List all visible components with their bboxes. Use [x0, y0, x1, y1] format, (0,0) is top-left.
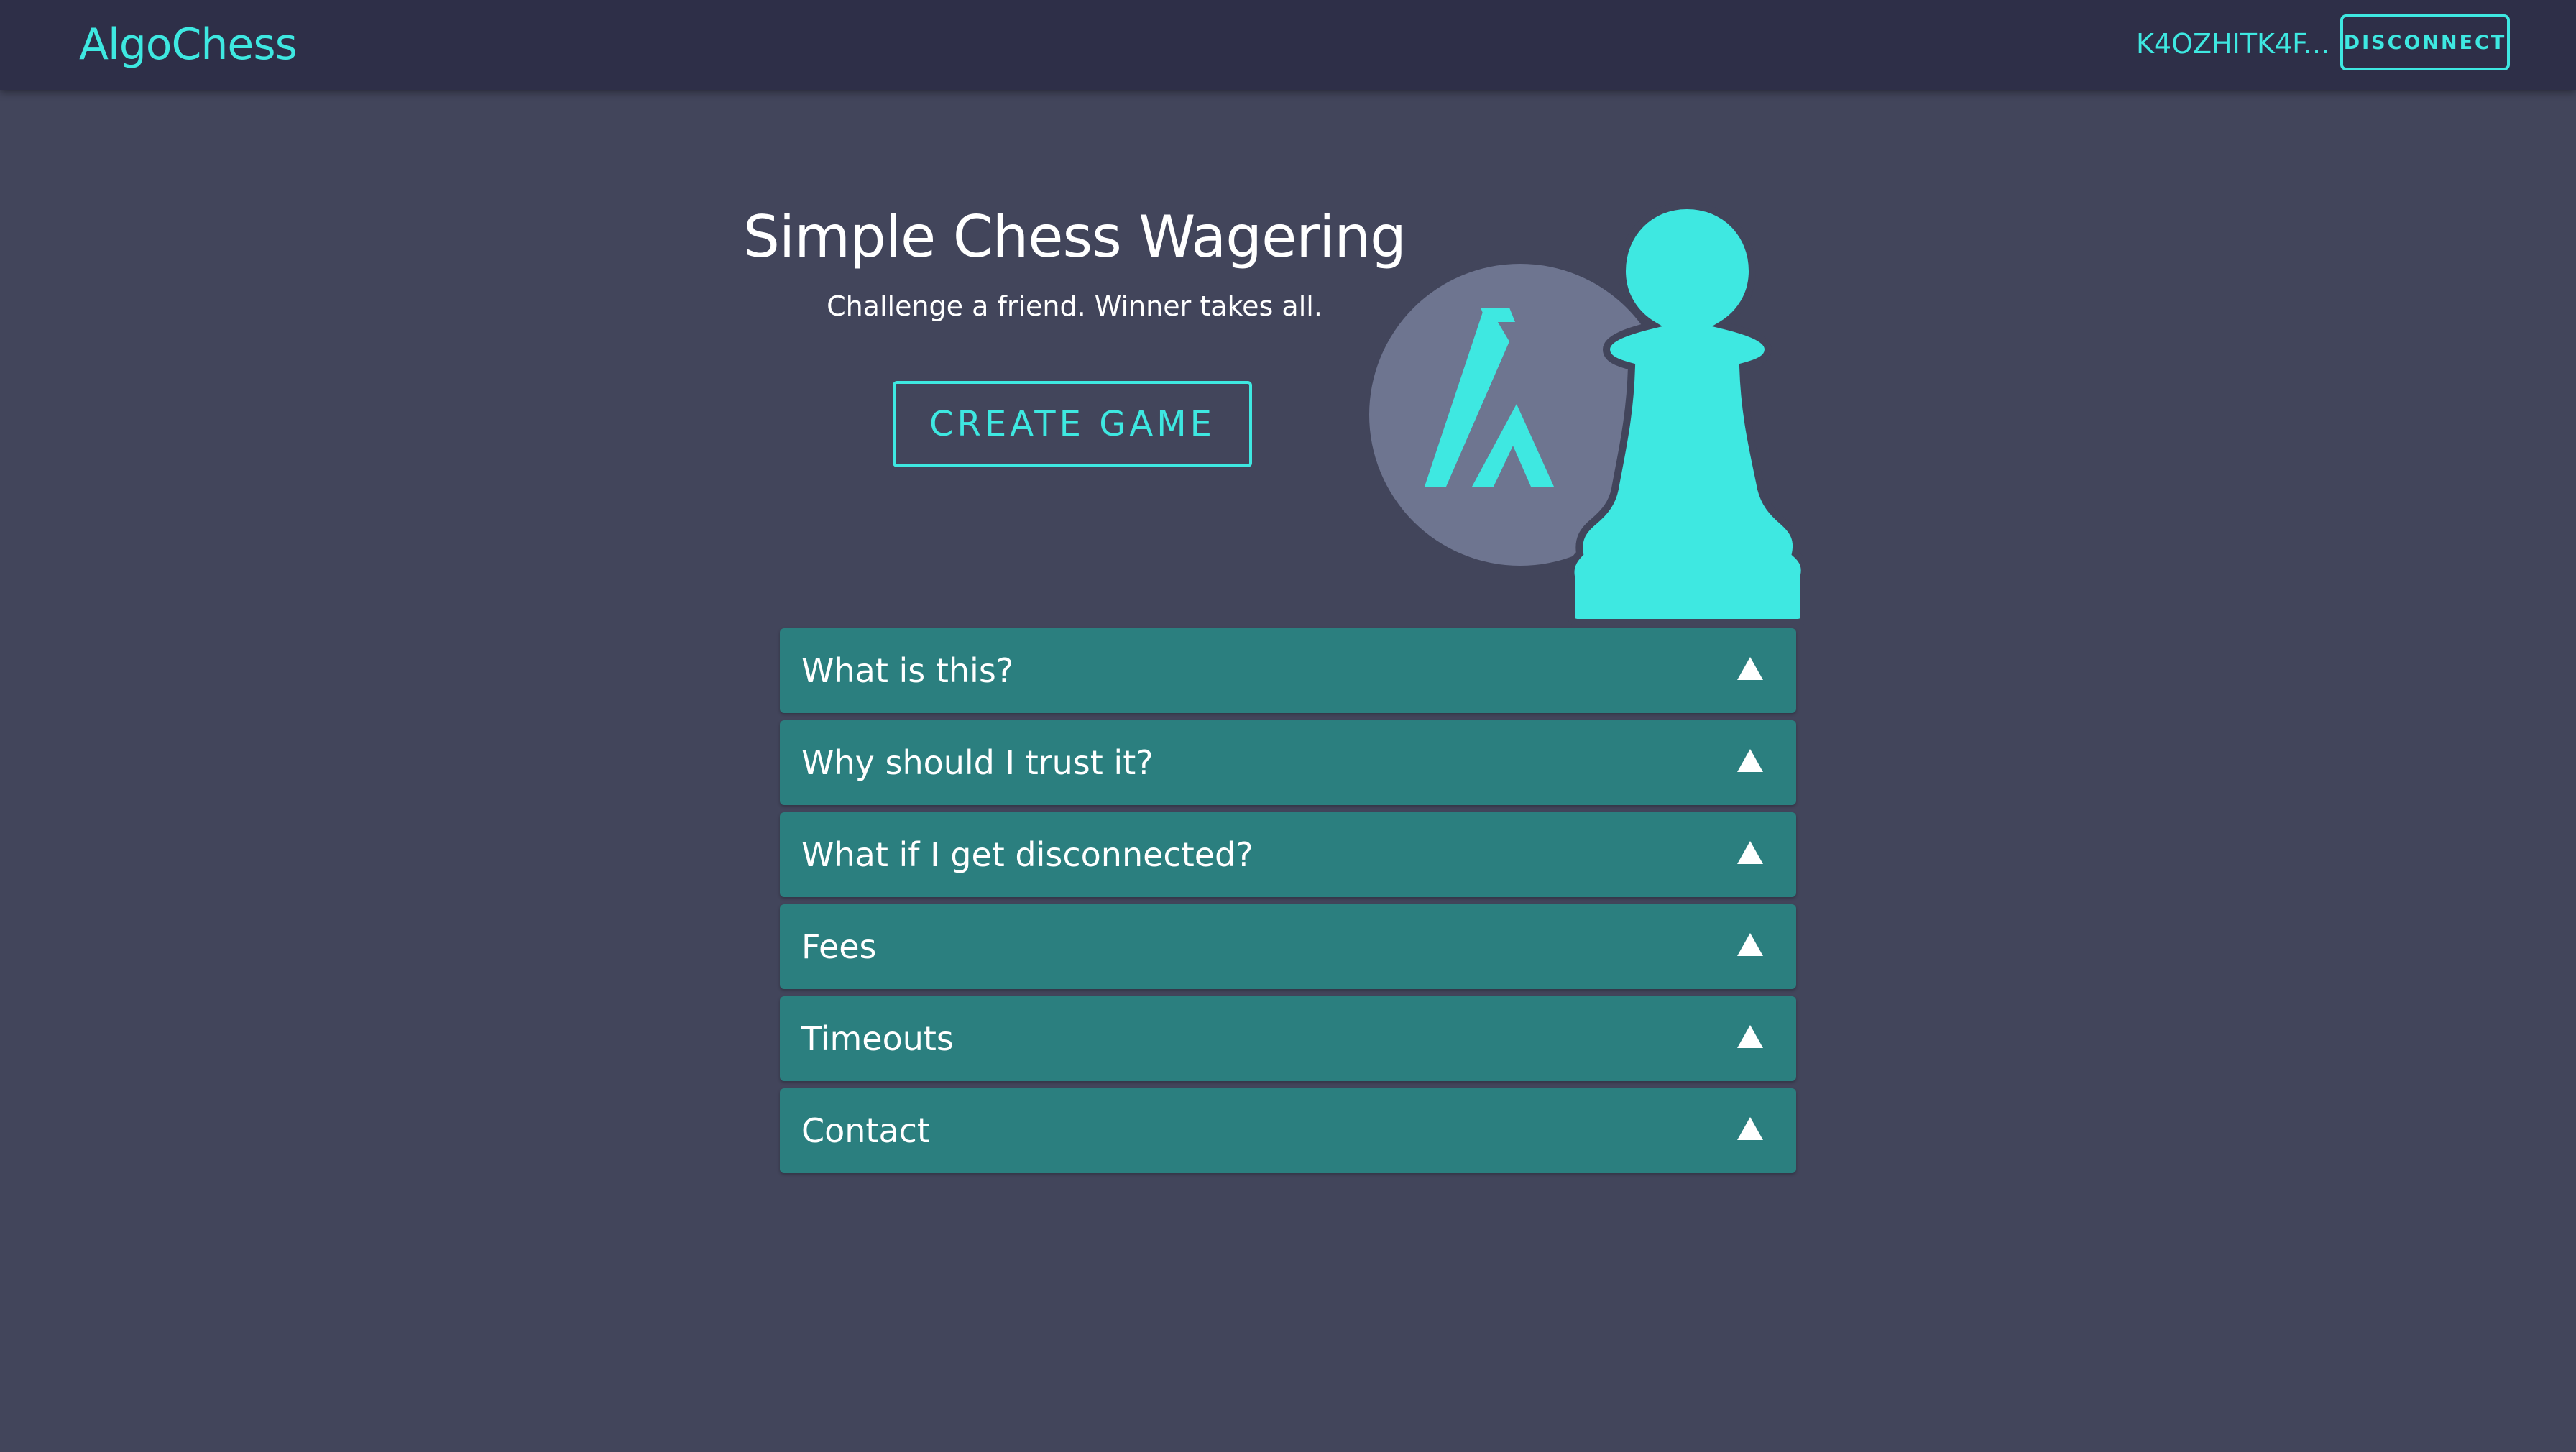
faq-question: Why should I trust it? [801, 743, 1154, 782]
faq-item-timeouts[interactable]: Timeouts [780, 996, 1796, 1081]
hero-title: Simple Chess Wagering [743, 203, 1407, 270]
faq-item-contact[interactable]: Contact [780, 1088, 1796, 1173]
faq-item-what-is-this[interactable]: What is this? [780, 628, 1796, 713]
hero-subtitle: Challenge a friend. Winner takes all. [827, 290, 1322, 322]
wallet-address: K4OZHITK4F... [2136, 28, 2330, 60]
faq-item-fees[interactable]: Fees [780, 904, 1796, 989]
faq-question: Timeouts [801, 1019, 954, 1058]
faq-accordion: What is this? Why should I trust it? Wha… [780, 628, 1796, 1180]
faq-question: What is this? [801, 651, 1014, 690]
disconnect-button[interactable]: DISCONNECT [2340, 14, 2510, 70]
faq-question: Fees [801, 927, 877, 966]
triangle-up-icon [1737, 749, 1763, 772]
triangle-up-icon [1737, 841, 1763, 864]
brand-logo[interactable]: AlgoChess [79, 19, 298, 70]
triangle-up-icon [1737, 1025, 1763, 1048]
faq-question: Contact [801, 1111, 930, 1150]
faq-question: What if I get disconnected? [801, 835, 1254, 874]
hero-illustration [1369, 201, 1804, 625]
faq-item-disconnected[interactable]: What if I get disconnected? [780, 812, 1796, 897]
create-game-button[interactable]: CREATE GAME [893, 381, 1252, 467]
top-navbar: AlgoChess K4OZHITK4F... DISCONNECT [0, 0, 2576, 90]
faq-item-why-trust[interactable]: Why should I trust it? [780, 720, 1796, 805]
triangle-up-icon [1737, 657, 1763, 680]
triangle-up-icon [1737, 1117, 1763, 1140]
triangle-up-icon [1737, 933, 1763, 956]
